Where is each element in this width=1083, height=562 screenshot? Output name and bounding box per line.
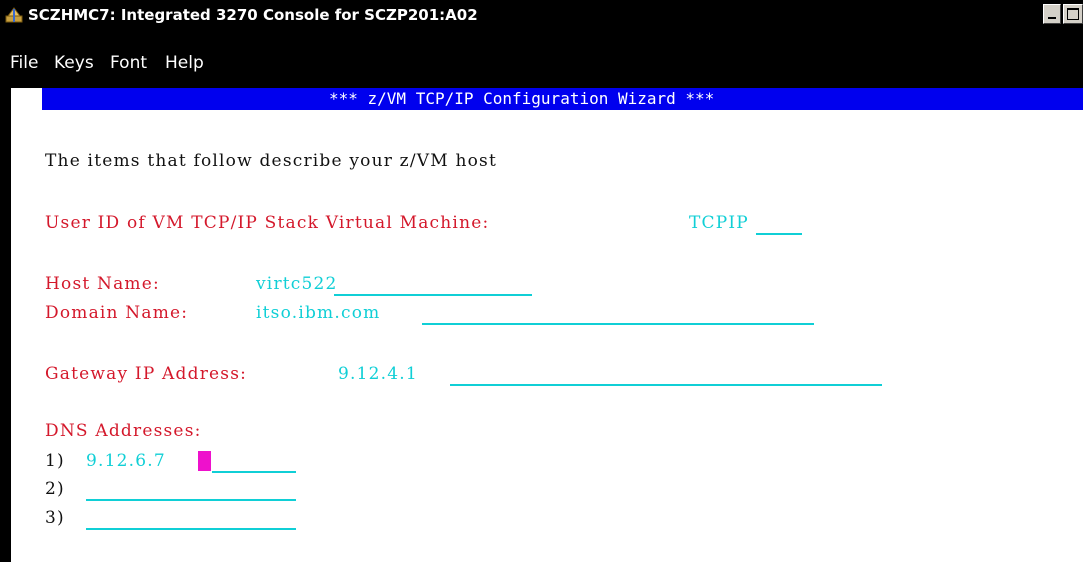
dns-index-2: 2) xyxy=(45,479,65,499)
maximize-icon xyxy=(1067,8,1079,20)
userid-field[interactable]: TCPIP xyxy=(689,213,749,233)
minimize-button[interactable] xyxy=(1043,4,1061,24)
maximize-button[interactable] xyxy=(1063,4,1083,24)
dns-field-1[interactable]: 9.12.6.7 xyxy=(86,451,166,471)
gateway-label: Gateway IP Address: xyxy=(45,364,248,384)
minimize-icon xyxy=(1048,17,1056,19)
dns-field-3-underline xyxy=(86,528,296,530)
intro-text: The items that follow describe your z/VM… xyxy=(45,151,497,171)
menu-bar: File Keys Font Help xyxy=(0,31,1083,81)
dns-field-2-underline xyxy=(86,499,296,501)
app-icon xyxy=(5,7,23,23)
menu-help[interactable]: Help xyxy=(165,53,204,73)
dns-index-3: 3) xyxy=(45,508,65,528)
dns-label: DNS Addresses: xyxy=(45,421,202,441)
menu-file[interactable]: File xyxy=(10,53,38,73)
gateway-field[interactable]: 9.12.4.1 xyxy=(338,364,418,384)
userid-label: User ID of VM TCP/IP Stack Virtual Machi… xyxy=(45,213,490,233)
terminal-screen[interactable]: *** z/VM TCP/IP Configuration Wizard ***… xyxy=(0,81,1083,562)
title-bar: SCZHMC7: Integrated 3270 Console for SCZ… xyxy=(0,0,1083,31)
wizard-banner: *** z/VM TCP/IP Configuration Wizard *** xyxy=(42,88,1083,110)
terminal-top-border xyxy=(0,81,1083,88)
banner-title: *** z/VM TCP/IP Configuration Wizard *** xyxy=(329,89,715,108)
domain-field-underline xyxy=(422,323,814,325)
dns-field-1-underline xyxy=(212,471,296,473)
menu-font[interactable]: Font xyxy=(110,53,147,73)
domain-label: Domain Name: xyxy=(45,303,189,323)
text-cursor xyxy=(198,451,211,471)
host-label: Host Name: xyxy=(45,274,160,294)
dns-index-1: 1) xyxy=(45,451,65,471)
window-title: SCZHMC7: Integrated 3270 Console for SCZ… xyxy=(28,6,478,24)
userid-field-underline xyxy=(756,233,802,235)
menu-keys[interactable]: Keys xyxy=(54,53,94,73)
domain-field[interactable]: itso.ibm.com xyxy=(256,303,380,323)
host-field[interactable]: virtc522 xyxy=(256,274,338,294)
terminal-left-border xyxy=(0,81,11,562)
window-controls xyxy=(1043,4,1083,26)
host-field-underline xyxy=(334,294,532,296)
gateway-field-underline xyxy=(450,384,882,386)
